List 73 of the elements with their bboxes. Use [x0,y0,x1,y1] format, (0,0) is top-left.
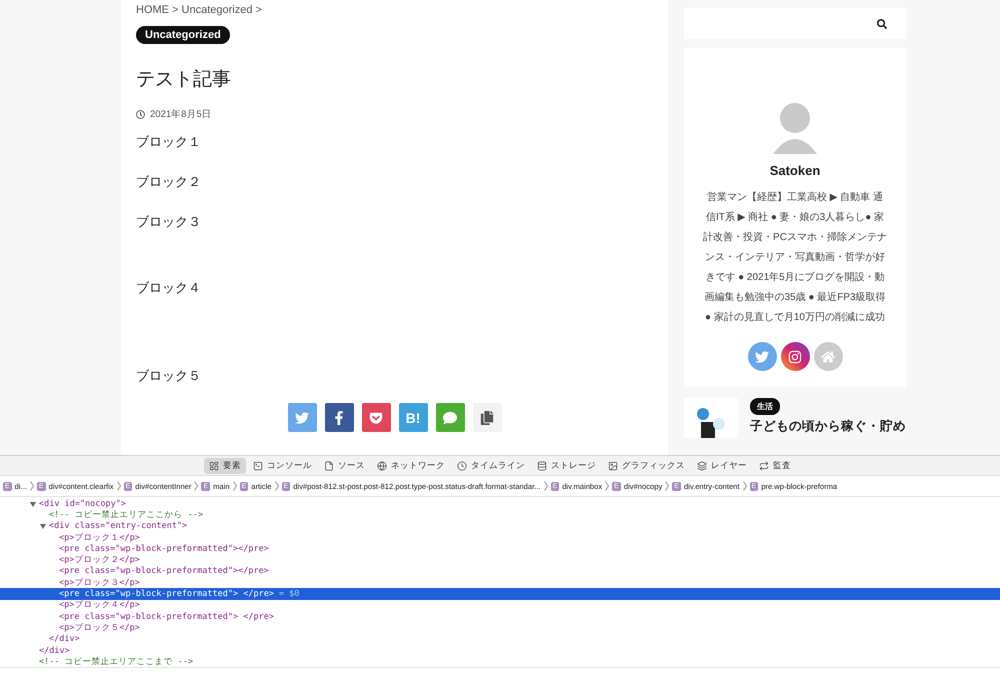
dom-node[interactable]: </div> [0,634,1000,645]
chevron-icon [274,481,279,491]
paragraph: ブロック５ [136,369,202,382]
dom-node[interactable]: <div id="nocopy"> [0,498,1000,510]
devtools-tab[interactable]: グラフィックス [603,458,690,474]
search-field[interactable] [684,8,906,39]
devtools-tab[interactable]: 監査 [754,458,796,474]
dom-node[interactable]: <p>ブロック１</p> [0,532,1000,544]
network-icon [377,460,387,470]
dom-node[interactable]: <pre class="wp-block-preformatted"></pre> [0,543,1000,554]
devtools-tab[interactable]: ストレージ [532,458,601,474]
devtools-tab[interactable]: タイムライン [452,458,530,474]
profile-name: Satoken [770,163,820,178]
post-thumbnail[interactable] [684,398,738,438]
dom-node[interactable]: <pre class="wp-block-preformatted"> </pre> = $0 [0,588,1000,600]
graphics-icon [608,460,618,470]
instagram-link[interactable] [780,342,810,371]
chevron-icon [232,481,237,491]
copy-share-button[interactable] [472,403,502,432]
timeline-icon [457,460,467,470]
search-icon[interactable] [877,18,887,28]
paragraph: ブロック３ [136,215,202,228]
dom-node[interactable]: <p>ブロック４</p> [0,600,1000,611]
speech-bubble-icon [443,410,457,424]
chevron-icon [116,481,121,491]
pocket-icon [369,410,383,424]
dom-node[interactable]: <pre class="wp-block-preformatted"> </pre> [0,610,1000,622]
elements-icon [209,460,219,470]
chevron-icon [665,481,670,491]
chevron-icon [605,481,610,491]
triangle-icon[interactable] [30,500,36,507]
chevron-icon [30,481,34,491]
devtools-tab[interactable]: コンソール [248,458,317,474]
audit-icon [759,460,769,470]
facebook-share-button[interactable] [324,403,354,432]
copy-icon [480,410,494,424]
home-icon [821,350,835,364]
pocket-share-button[interactable] [362,403,390,432]
chevron-icon [194,481,198,491]
sources-icon [324,460,334,470]
dom-node[interactable]: </div> [0,644,1000,656]
post-title[interactable]: 子どもの頃から稼ぐ・貯め [750,419,906,434]
line-share-button[interactable] [436,403,464,432]
clock-icon [136,110,145,119]
console-icon [253,460,263,470]
storage-icon [537,460,547,470]
dom-node[interactable]: <pre class="wp-block-preformatted"></pre> [0,566,1000,578]
devtools-tab[interactable]: ソース [319,458,370,474]
paragraph: ブロック４ [136,281,202,294]
paragraph: ブロック１ [136,135,202,148]
devtools-tab[interactable]: ネットワーク [372,458,450,474]
dom-node[interactable]: <p>ブロック５</p> [0,622,1000,634]
paragraph: ブロック２ [136,175,202,188]
chevron-icon [544,481,548,491]
dom-node[interactable]: <p>ブロック３</p> [0,577,1000,588]
article-title: テスト記事 [136,68,232,92]
breadcrumb: HOME > Uncategorized > [136,3,263,18]
post-date: 2021年8月5日 [150,108,212,121]
layers-icon [697,460,707,470]
twitter-icon [755,350,769,364]
category-tag[interactable]: Uncategorized [136,26,230,44]
dom-node[interactable]: <!-- コピー禁止エリアここまで --> [0,656,1000,668]
profile-bio: 営業マン【経歴】工業高校 ▶ 自動車 通信IT系 ▶ 商社 ● 妻・娘の3人暮らし● 家計改善・投資・PCスマホ・掃除メンテナンス・インテリア・写真動画・哲学が好きです ● 2021年5月にブログを開設・動画編集も勉強中の35歳 ● 最近FP3級取得 ● 家計の見直しで月10万円の削減に成功 [702,190,888,325]
twitter-icon [295,410,309,424]
dom-node[interactable]: <div class="entry-content"> [0,520,1000,532]
category-tag[interactable]: 生活 [750,398,780,415]
chevron-icon [742,481,747,491]
dom-node[interactable]: <!-- コピー禁止エリアここから --> [0,509,1000,521]
devtools-tab[interactable]: 要素 [204,458,246,474]
devtools-tab[interactable]: レイヤー [692,458,752,474]
instagram-icon [788,350,802,364]
triangle-icon[interactable] [40,523,46,530]
dom-node[interactable]: <p>ブロック２</p> [0,554,1000,566]
